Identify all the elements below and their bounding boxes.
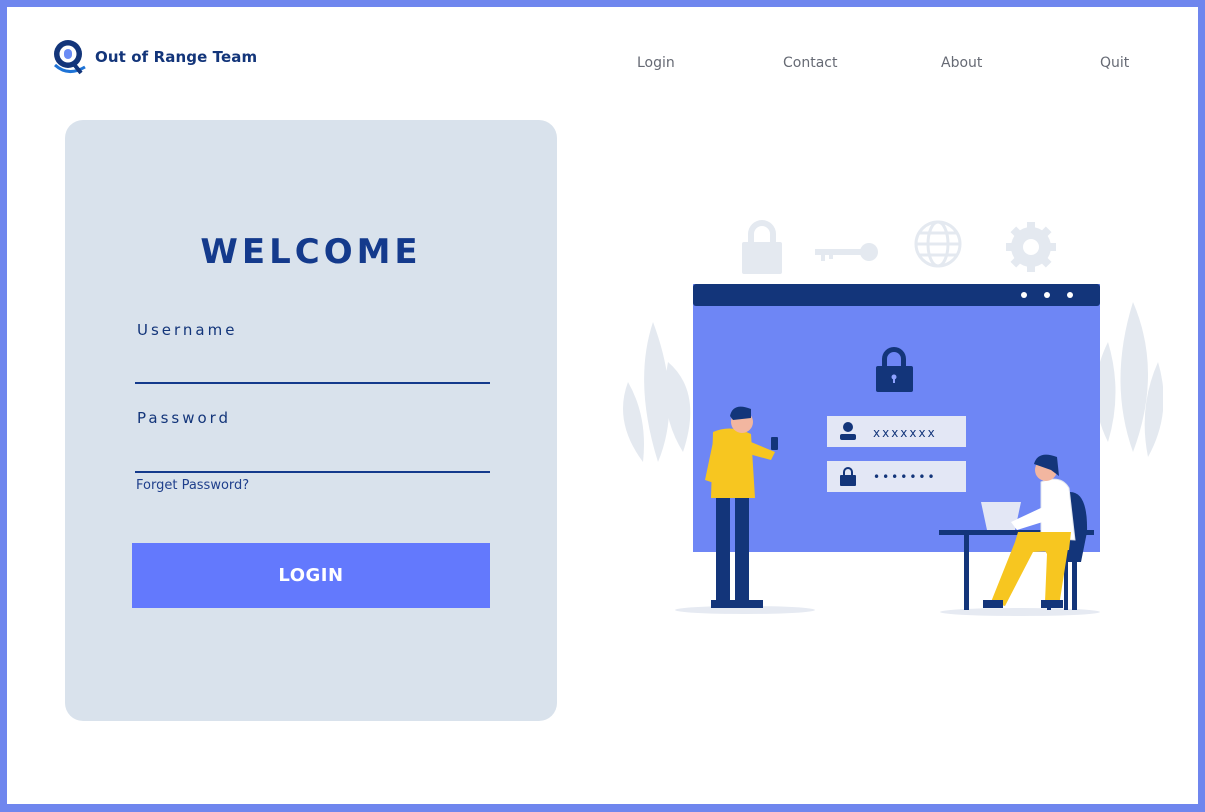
globe-icon [914, 220, 962, 268]
leaf-right-icon [1095, 302, 1163, 457]
app-frame: Out of Range Team Login Contact About Qu… [7, 7, 1198, 804]
username-label: Username [137, 321, 238, 339]
welcome-heading: WELCOME [200, 232, 422, 272]
forget-password-link[interactable]: Forget Password? [136, 478, 249, 493]
password-input[interactable] [135, 447, 490, 473]
nav-quit[interactable]: Quit [1100, 55, 1129, 71]
nav-about[interactable]: About [941, 55, 982, 71]
q-logo-icon [53, 40, 86, 75]
gear-icon [1006, 222, 1056, 272]
login-illustration: xxxxxxx ••••••• [623, 220, 1163, 616]
brand-title: Out of Range Team [95, 48, 258, 66]
brand[interactable]: Out of Range Team [51, 37, 257, 77]
padlock-top-icon [742, 220, 782, 274]
password-label: Password [137, 409, 232, 427]
nav-contact[interactable]: Contact [783, 55, 837, 71]
nav-login[interactable]: Login [637, 55, 675, 71]
login-card: WELCOME Username Password Forget Passwor… [65, 120, 557, 721]
key-icon [815, 243, 878, 261]
leaf-left-icon [623, 322, 691, 462]
username-input[interactable] [135, 358, 490, 384]
illus-username-mask: xxxxxxx [873, 426, 937, 440]
login-button[interactable]: LOGIN [132, 543, 490, 608]
illus-password-mask: ••••••• [873, 470, 937, 484]
